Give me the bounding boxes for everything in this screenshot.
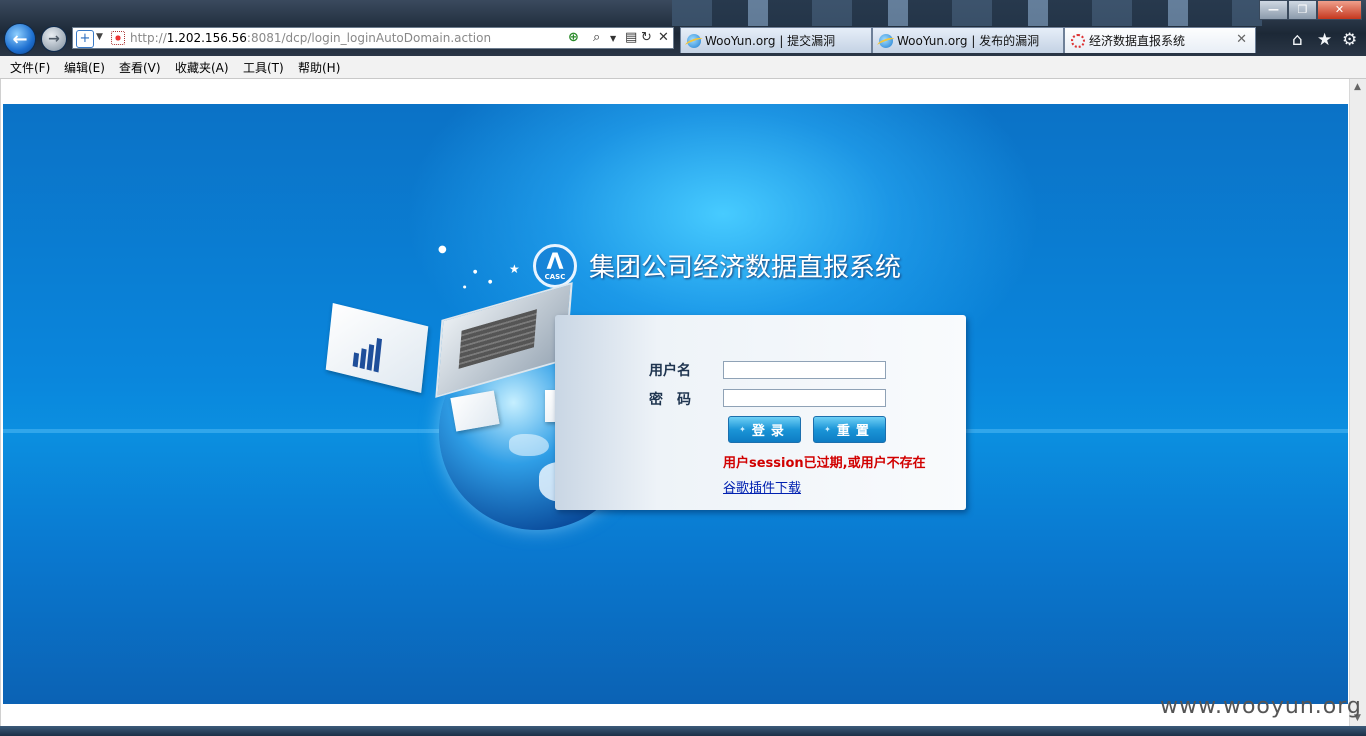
menu-bar: 文件(F) 编辑(E) 查看(V) 收藏夹(A) 工具(T) 帮助(H): [0, 56, 1366, 79]
sparkle-icon: ●: [463, 284, 467, 289]
menu-view[interactable]: 查看(V): [119, 59, 161, 76]
login-form: 用户名 密 码 登录 重置 用户session已过期,或用户不存在 谷歌插件下载: [555, 315, 966, 510]
system-title: 集团公司经济数据直报系统: [589, 253, 902, 283]
reset-button[interactable]: 重置: [813, 416, 886, 443]
home-icon[interactable]: ⌂: [1292, 30, 1303, 50]
globe-continent: [509, 434, 549, 456]
tab-label: WooYun.org | 提交漏洞: [705, 34, 836, 48]
close-window-button[interactable]: ✕: [1317, 0, 1362, 20]
password-input[interactable]: [723, 389, 886, 407]
arrow-left-icon: ←: [12, 28, 28, 50]
login-button[interactable]: 登录: [728, 416, 801, 443]
vertical-scrollbar[interactable]: ▲ ▼: [1349, 79, 1366, 726]
menu-help[interactable]: 帮助(H): [298, 59, 340, 76]
compatibility-icon[interactable]: +: [76, 30, 94, 48]
maximize-button[interactable]: ❐: [1288, 0, 1317, 20]
scroll-up-icon[interactable]: ▲: [1354, 82, 1361, 92]
desktop-background-strip: [672, 0, 1262, 26]
refresh-icon[interactable]: ↻: [641, 30, 652, 45]
loading-favicon-icon: [111, 31, 125, 45]
tab-active-login[interactable]: 经济数据直报系统 ✕: [1064, 27, 1256, 53]
settings-gear-icon[interactable]: ⚙: [1342, 30, 1357, 50]
address-bar[interactable]: + ▼ http://1.202.156.56:8081/dcp/login_l…: [72, 27, 674, 49]
stop-icon[interactable]: ✕: [658, 30, 669, 45]
error-message: 用户session已过期,或用户不存在: [723, 456, 926, 471]
login-background-panel: ● ● ● ● ★ Λ CASC 集团公司经济数据直报系统 用户名 密 码 ✦ …: [3, 104, 1348, 704]
chrome-plugin-download-link[interactable]: 谷歌插件下载: [723, 477, 801, 496]
logo-text: CASC: [544, 273, 566, 281]
menu-edit[interactable]: 编辑(E): [64, 59, 105, 76]
search-icon[interactable]: ⌕: [593, 30, 600, 45]
add-icon[interactable]: ⊕: [568, 30, 579, 45]
password-label: 密 码: [649, 392, 691, 408]
tab-wooyun-submit[interactable]: WooYun.org | 提交漏洞: [680, 27, 872, 53]
sparkle-icon: ●: [473, 269, 478, 275]
username-input[interactable]: [723, 361, 886, 379]
sparkle-icon: ●: [488, 279, 493, 285]
ie-icon: [687, 33, 701, 48]
keyboard-graphic: [458, 309, 537, 369]
username-label: 用户名: [649, 363, 691, 379]
forward-button[interactable]: →: [41, 26, 67, 52]
back-button[interactable]: ←: [4, 23, 36, 55]
search-dropdown-icon[interactable]: ▼: [610, 34, 616, 43]
tab-wooyun-published[interactable]: WooYun.org | 发布的漏洞: [872, 27, 1064, 53]
chevron-down-icon[interactable]: ▼: [96, 32, 103, 42]
wooyun-watermark: www.wooyun.org: [1160, 694, 1362, 719]
casc-logo: Λ CASC: [533, 244, 577, 288]
menu-file[interactable]: 文件(F): [10, 59, 50, 76]
browser-chrome: ← → + ▼ http://1.202.156.56:8081/dcp/log…: [0, 0, 1366, 56]
menu-favorites[interactable]: 收藏夹(A): [175, 59, 229, 76]
favorites-star-icon[interactable]: ★: [1317, 30, 1332, 50]
close-tab-icon[interactable]: ✕: [1236, 32, 1247, 47]
chart-paper-illustration: [325, 302, 429, 394]
compatibility-view-icon[interactable]: ▤: [625, 30, 637, 45]
sparkle-icon: ●: [438, 244, 447, 255]
logo-rocket-icon: Λ: [546, 250, 564, 275]
arrow-right-icon: →: [48, 31, 60, 47]
windows-taskbar: [0, 726, 1366, 736]
star-icon: ★: [509, 262, 520, 276]
tab-label: WooYun.org | 发布的漏洞: [897, 34, 1040, 48]
url-text[interactable]: http://1.202.156.56:8081/dcp/login_login…: [130, 31, 491, 45]
bar-chart-icon: [352, 325, 385, 373]
tab-label: 经济数据直报系统: [1089, 34, 1186, 48]
menu-tools[interactable]: 工具(T): [243, 59, 284, 76]
loading-icon: [1071, 33, 1085, 48]
page-content: ▲ ▼ ● ● ● ● ★ Λ CASC 集团公司经济数据直报系统 用户名 密 …: [0, 79, 1366, 726]
minimize-button[interactable]: —: [1259, 0, 1288, 20]
ie-icon: [879, 33, 893, 48]
window-controls: — ❐ ✕: [1259, 0, 1362, 20]
